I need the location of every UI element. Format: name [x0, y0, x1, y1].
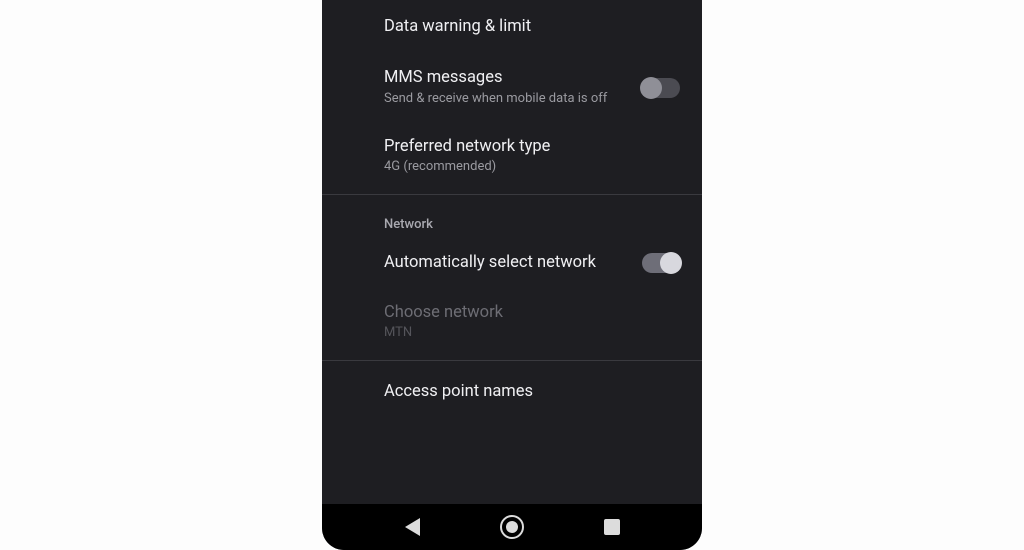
row-title: Preferred network type [384, 136, 680, 157]
section-divider [322, 194, 702, 195]
recents-square-icon [604, 519, 620, 535]
home-circle-icon [500, 515, 524, 539]
row-title: Choose network [384, 302, 680, 323]
toggle-auto-select-network[interactable] [642, 253, 680, 273]
row-mms-messages[interactable]: MMS messages Send & receive when mobile … [322, 53, 702, 121]
section-divider [322, 360, 702, 361]
row-auto-select-network[interactable]: Automatically select network [322, 238, 702, 287]
android-nav-bar [322, 504, 702, 550]
row-access-point-names[interactable]: Access point names [322, 365, 702, 418]
section-header-network: Network [322, 199, 702, 238]
settings-list: Data warning & limit MMS messages Send &… [322, 0, 702, 504]
nav-back-button[interactable] [397, 512, 427, 542]
row-subtitle: Send & receive when mobile data is off [384, 91, 630, 108]
toggle-knob [640, 77, 662, 99]
nav-home-button[interactable] [497, 512, 527, 542]
row-data-warning-limit[interactable]: Data warning & limit [322, 0, 702, 53]
row-title: Automatically select network [384, 252, 630, 273]
row-choose-network: Choose network MTN [322, 288, 702, 356]
row-title: MMS messages [384, 67, 630, 88]
toggle-knob [660, 252, 682, 274]
row-subtitle: MTN [384, 325, 680, 342]
nav-recents-button[interactable] [597, 512, 627, 542]
row-title: Access point names [384, 381, 680, 402]
row-subtitle: 4G (recommended) [384, 159, 680, 176]
phone-frame: Data warning & limit MMS messages Send &… [322, 0, 702, 550]
row-title: Data warning & limit [384, 16, 680, 37]
row-preferred-network-type[interactable]: Preferred network type 4G (recommended) [322, 122, 702, 190]
toggle-mms[interactable] [642, 78, 680, 98]
back-triangle-icon [405, 518, 420, 536]
